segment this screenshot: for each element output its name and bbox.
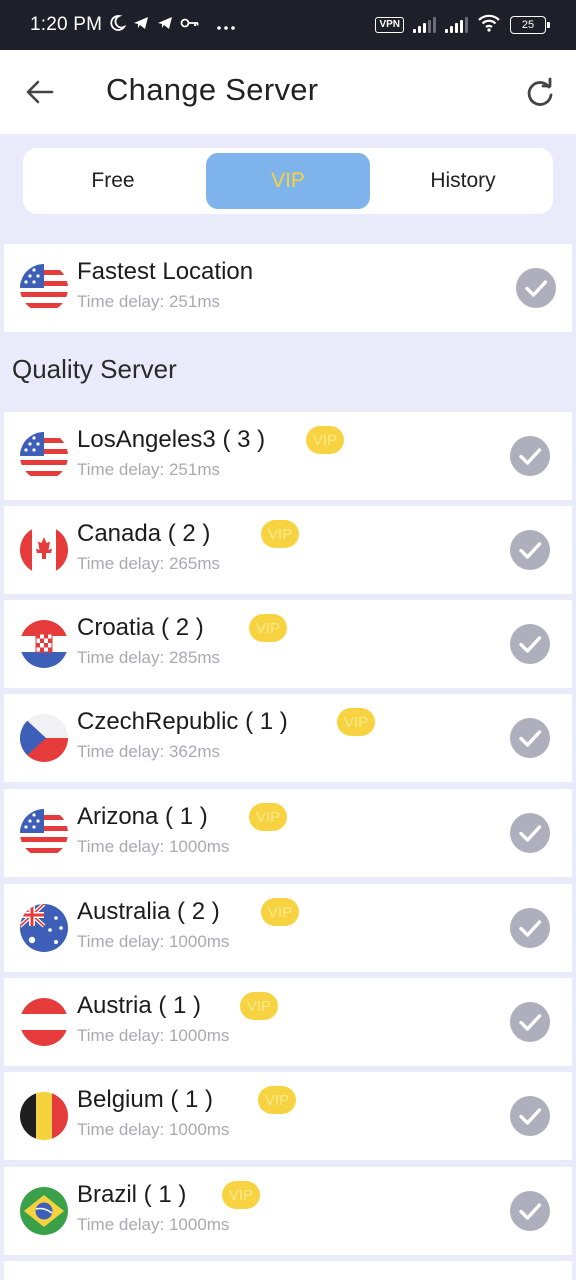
server-row[interactable]: Croatia ( 2 ) VIP Time delay: 285ms <box>4 600 572 688</box>
server-row[interactable]: Austria ( 1 ) VIP Time delay: 1000ms <box>4 978 572 1066</box>
vip-badge: VIP <box>258 1086 296 1114</box>
flag-us-icon <box>20 432 68 480</box>
battery-icon: 25 <box>510 16 550 34</box>
tab-history[interactable]: History <box>378 153 548 209</box>
section-title: Quality Server <box>12 354 177 384</box>
signal-icon <box>413 17 436 33</box>
vip-badge: VIP <box>249 803 287 831</box>
flag-cz-icon <box>20 714 68 762</box>
status-bar: 1:20 PM VPN 25 <box>0 0 576 50</box>
arrow-left-icon <box>26 80 54 104</box>
server-name: Belgium ( 1 ) <box>77 1086 214 1113</box>
server-delay: Time delay: 1000ms <box>77 837 230 856</box>
server-name: Fastest Location <box>77 258 254 285</box>
page-title: Change Server <box>106 72 319 107</box>
status-system-icons: VPN 25 <box>375 14 550 37</box>
check-icon <box>510 908 550 948</box>
flag-au-icon <box>20 904 68 952</box>
telegram-icon <box>156 14 174 37</box>
server-row[interactable]: LosAngeles3 ( 3 ) VIP Time delay: 251ms <box>4 412 572 500</box>
more-icon <box>216 15 236 36</box>
check-icon <box>510 624 550 664</box>
check-icon <box>510 718 550 758</box>
server-name: Austria ( 1 ) <box>77 992 202 1019</box>
server-name: Arizona ( 1 ) <box>77 803 208 830</box>
server-name: Croatia ( 2 ) <box>77 614 204 641</box>
server-name: Brazil ( 1 ) <box>77 1181 187 1208</box>
check-icon <box>510 530 550 570</box>
server-row[interactable]: Belgium ( 1 ) VIP Time delay: 1000ms <box>4 1072 572 1160</box>
check-icon <box>510 436 550 476</box>
flag-be-icon <box>20 1092 68 1140</box>
app-header: Change Server <box>0 50 576 134</box>
wifi-icon <box>477 14 501 37</box>
server-delay: Time delay: 1000ms <box>77 1215 230 1234</box>
tab-vip[interactable]: VIP <box>206 153 370 209</box>
server-delay: Time delay: 1000ms <box>77 1026 230 1045</box>
server-delay: Time delay: 1000ms <box>77 932 230 951</box>
key-icon <box>180 14 200 37</box>
fastest-location-row[interactable]: Fastest Location Time delay: 251ms <box>4 244 572 332</box>
server-delay: Time delay: 1000ms <box>77 1120 230 1139</box>
signal-icon <box>445 17 468 33</box>
server-name: CzechRepublic ( 1 ) <box>77 708 288 735</box>
server-name: Canada ( 2 ) <box>77 520 211 547</box>
server-row[interactable] <box>4 1261 572 1280</box>
flag-us-icon <box>20 809 68 857</box>
check-icon <box>516 268 556 308</box>
vip-badge: VIP <box>249 614 287 642</box>
status-notification-icons <box>108 14 236 37</box>
check-icon <box>510 1191 550 1231</box>
flag-us-icon <box>20 264 68 312</box>
vip-badge: VIP <box>261 520 299 548</box>
back-button[interactable] <box>22 76 58 108</box>
vip-badge: VIP <box>261 898 299 926</box>
vip-badge: VIP <box>222 1181 260 1209</box>
server-row[interactable]: Australia ( 2 ) VIP Time delay: 1000ms <box>4 884 572 972</box>
server-type-tabs: Free VIP History <box>23 148 553 214</box>
server-delay: Time delay: 251ms <box>77 460 220 479</box>
vip-badge: VIP <box>306 426 344 454</box>
refresh-button[interactable] <box>522 76 558 110</box>
flag-hr-icon <box>20 620 68 668</box>
flag-br-icon <box>20 1187 68 1235</box>
server-name: Australia ( 2 ) <box>77 898 220 925</box>
check-icon <box>510 813 550 853</box>
server-row[interactable]: CzechRepublic ( 1 ) VIP Time delay: 362m… <box>4 694 572 782</box>
status-time: 1:20 PM <box>30 14 103 35</box>
vip-badge: VIP <box>337 708 375 736</box>
vpn-icon: VPN <box>375 17 404 33</box>
flag-at-icon <box>20 998 68 1046</box>
tab-free[interactable]: Free <box>28 153 198 209</box>
server-delay: Time delay: 265ms <box>77 554 220 573</box>
refresh-icon <box>527 77 553 106</box>
moon-icon <box>108 14 127 37</box>
check-icon <box>510 1002 550 1042</box>
server-row[interactable]: Canada ( 2 ) VIP Time delay: 265ms <box>4 506 572 594</box>
vip-badge: VIP <box>240 992 278 1020</box>
server-name: LosAngeles3 ( 3 ) <box>77 426 266 453</box>
check-icon <box>510 1096 550 1136</box>
server-delay: Time delay: 251ms <box>77 292 220 311</box>
server-row[interactable]: Arizona ( 1 ) VIP Time delay: 1000ms <box>4 789 572 877</box>
server-delay: Time delay: 285ms <box>77 648 220 667</box>
server-delay: Time delay: 362ms <box>77 742 220 761</box>
server-row[interactable]: Brazil ( 1 ) VIP Time delay: 1000ms <box>4 1167 572 1255</box>
flag-ca-icon <box>20 526 68 574</box>
telegram-icon <box>132 14 150 37</box>
